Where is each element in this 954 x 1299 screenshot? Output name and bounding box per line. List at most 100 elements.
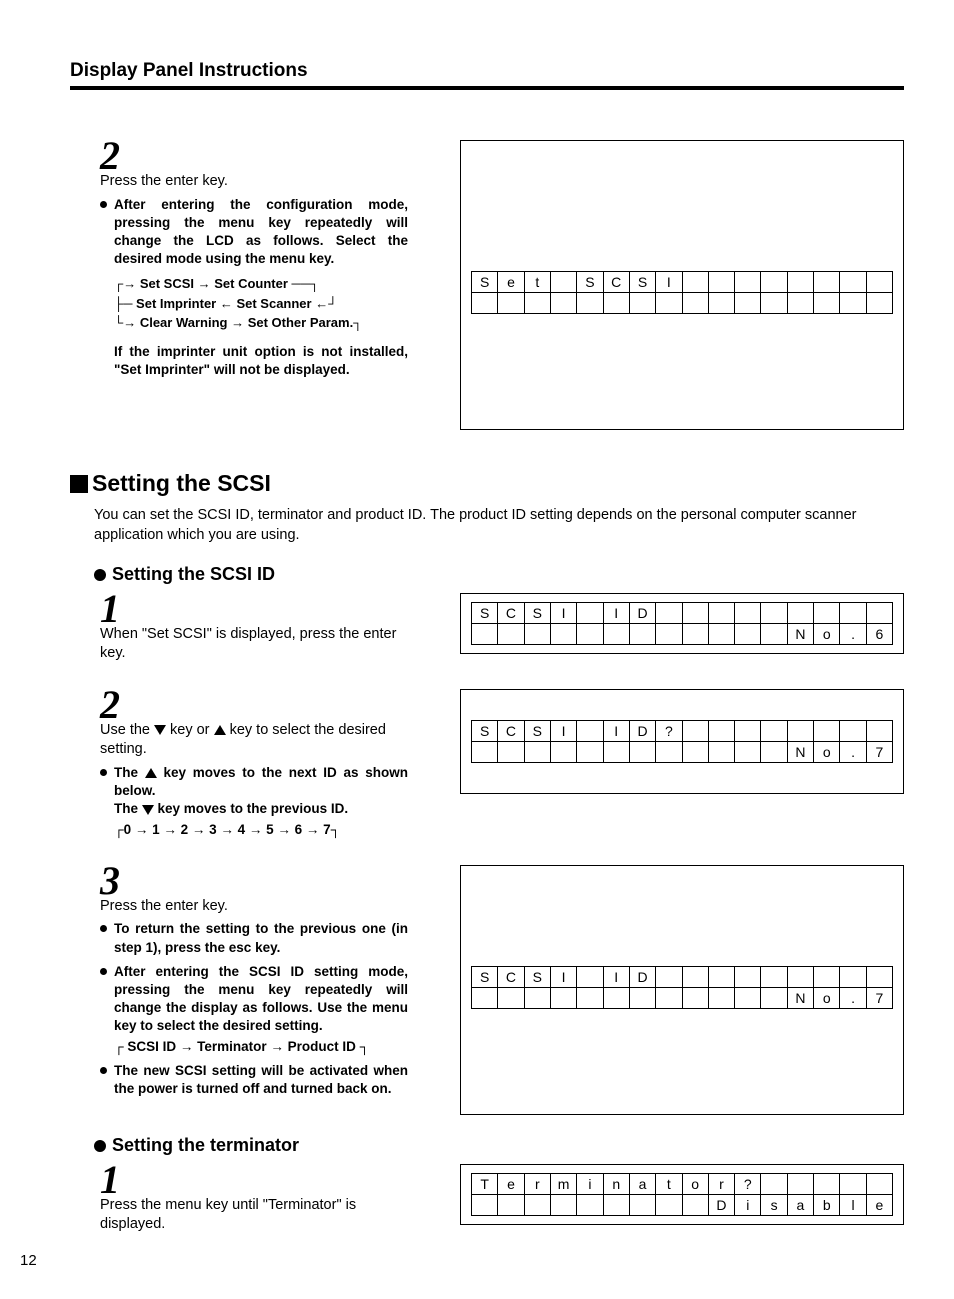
- lcd-cell: e: [866, 1194, 892, 1215]
- lcd-display: SCSIIDNo.6: [471, 602, 893, 645]
- lcd-cell: l: [840, 1194, 866, 1215]
- lcd-cell: [735, 602, 761, 623]
- lcd-cell: [787, 966, 813, 987]
- lcd-cell: ?: [735, 1173, 761, 1194]
- lcd-cell: [708, 623, 734, 644]
- lcd-cell: [656, 602, 682, 623]
- lcd-cell: [814, 602, 840, 623]
- lcd-cell: [708, 293, 734, 314]
- up-triangle-icon: [214, 725, 226, 735]
- lcd-cell: [498, 1194, 524, 1215]
- lcd-cell: [577, 741, 603, 762]
- lcd-cell: [577, 293, 603, 314]
- lcd-cell: [761, 741, 787, 762]
- lcd-panel: Terminator?Disable: [460, 1164, 904, 1225]
- lcd-cell: [524, 1194, 550, 1215]
- lcd-cell: [498, 293, 524, 314]
- lcd-cell: o: [814, 987, 840, 1008]
- lcd-cell: [550, 272, 576, 293]
- lcd-cell: [603, 987, 629, 1008]
- lcd-cell: t: [524, 272, 550, 293]
- lcd-cell: [735, 987, 761, 1008]
- lcd-cell: [550, 1194, 576, 1215]
- lcd-cell: [577, 720, 603, 741]
- lcd-cell: [603, 741, 629, 762]
- step-text: When "Set SCSI" is displayed, press the …: [100, 626, 396, 662]
- lcd-cell: [866, 293, 892, 314]
- lcd-cell: [866, 966, 892, 987]
- lcd-cell: [550, 293, 576, 314]
- subsection-heading: Setting the terminator: [94, 1135, 904, 1156]
- lcd-display: Terminator?Disable: [471, 1173, 893, 1216]
- lcd-cell: [682, 272, 708, 293]
- down-triangle-icon: [154, 725, 166, 735]
- lcd-cell: r: [524, 1173, 550, 1194]
- lcd-cell: [787, 720, 813, 741]
- lcd-cell: [840, 966, 866, 987]
- lcd-cell: [735, 623, 761, 644]
- lcd-cell: S: [472, 272, 498, 293]
- lcd-cell: S: [629, 272, 655, 293]
- step-text: Press the enter key.: [100, 898, 228, 914]
- lcd-cell: [840, 1173, 866, 1194]
- lcd-cell: [629, 1194, 655, 1215]
- lcd-cell: e: [498, 1173, 524, 1194]
- lcd-cell: [498, 987, 524, 1008]
- lcd-cell: N: [787, 741, 813, 762]
- lcd-cell: [761, 720, 787, 741]
- lcd-cell: [524, 741, 550, 762]
- lcd-cell: i: [577, 1173, 603, 1194]
- lcd-cell: C: [498, 966, 524, 987]
- up-triangle-icon: [145, 768, 157, 778]
- lcd-cell: [787, 293, 813, 314]
- lcd-cell: a: [629, 1173, 655, 1194]
- lcd-cell: I: [550, 720, 576, 741]
- lcd-cell: [603, 293, 629, 314]
- lcd-cell: [814, 1173, 840, 1194]
- lcd-cell: [814, 272, 840, 293]
- lcd-cell: [498, 623, 524, 644]
- lcd-cell: [866, 720, 892, 741]
- lcd-cell: a: [787, 1194, 813, 1215]
- section-intro: You can set the SCSI ID, terminator and …: [94, 505, 904, 546]
- lcd-cell: [629, 293, 655, 314]
- lcd-cell: S: [524, 720, 550, 741]
- lcd-cell: t: [656, 1173, 682, 1194]
- lcd-cell: n: [603, 1173, 629, 1194]
- lcd-cell: 6: [866, 623, 892, 644]
- lcd-cell: e: [498, 272, 524, 293]
- step-number: 1: [100, 1164, 128, 1196]
- step-number: 1: [100, 593, 128, 625]
- lcd-cell: [656, 741, 682, 762]
- lcd-cell: r: [708, 1173, 734, 1194]
- step-row: 3 Press the enter key. To return the set…: [70, 865, 904, 1115]
- lcd-cell: [840, 272, 866, 293]
- lcd-cell: [761, 602, 787, 623]
- lcd-cell: 7: [866, 741, 892, 762]
- lcd-cell: [866, 1173, 892, 1194]
- lcd-cell: .: [840, 741, 866, 762]
- lcd-cell: [682, 1194, 708, 1215]
- lcd-cell: S: [524, 602, 550, 623]
- lcd-cell: [656, 966, 682, 987]
- dot-bullet-icon: [94, 1140, 106, 1152]
- lcd-cell: I: [550, 602, 576, 623]
- page-header: Display Panel Instructions: [70, 60, 904, 90]
- lcd-cell: [682, 720, 708, 741]
- lcd-cell: [656, 623, 682, 644]
- lcd-cell: C: [498, 720, 524, 741]
- lcd-cell: [682, 741, 708, 762]
- lcd-cell: I: [550, 966, 576, 987]
- lcd-cell: [840, 293, 866, 314]
- lcd-cell: [787, 602, 813, 623]
- lcd-cell: [682, 966, 708, 987]
- document-page: Display Panel Instructions 2 Press the e…: [0, 0, 954, 1299]
- page-number: 12: [20, 1252, 37, 1269]
- lcd-cell: [735, 293, 761, 314]
- lcd-display: SCSIIDNo.7: [471, 966, 893, 1009]
- lcd-cell: o: [682, 1173, 708, 1194]
- lcd-cell: I: [603, 720, 629, 741]
- lcd-cell: [735, 966, 761, 987]
- lcd-cell: [682, 293, 708, 314]
- step-title: Press the enter key.: [100, 173, 228, 189]
